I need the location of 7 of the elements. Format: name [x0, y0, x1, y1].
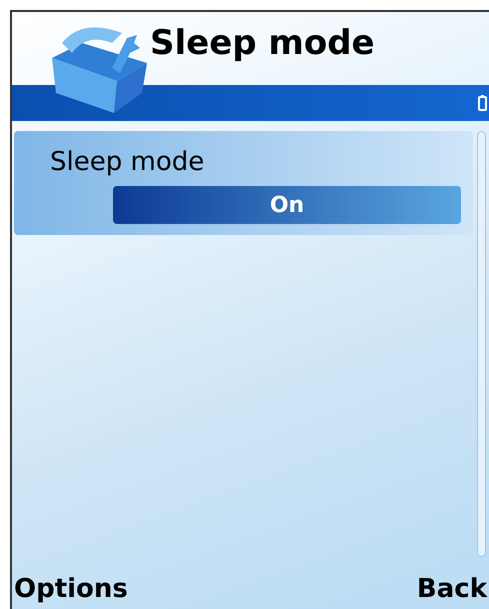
setting-value: On	[113, 186, 461, 224]
setting-label: Sleep mode	[49, 146, 206, 179]
options-softkey[interactable]: Options	[14, 570, 128, 608]
back-softkey[interactable]: Back	[416, 570, 487, 608]
setting-item[interactable]: Sleep mode On	[14, 131, 473, 235]
window-title: Sleep mode	[150, 22, 375, 65]
battery-icon	[478, 95, 487, 111]
